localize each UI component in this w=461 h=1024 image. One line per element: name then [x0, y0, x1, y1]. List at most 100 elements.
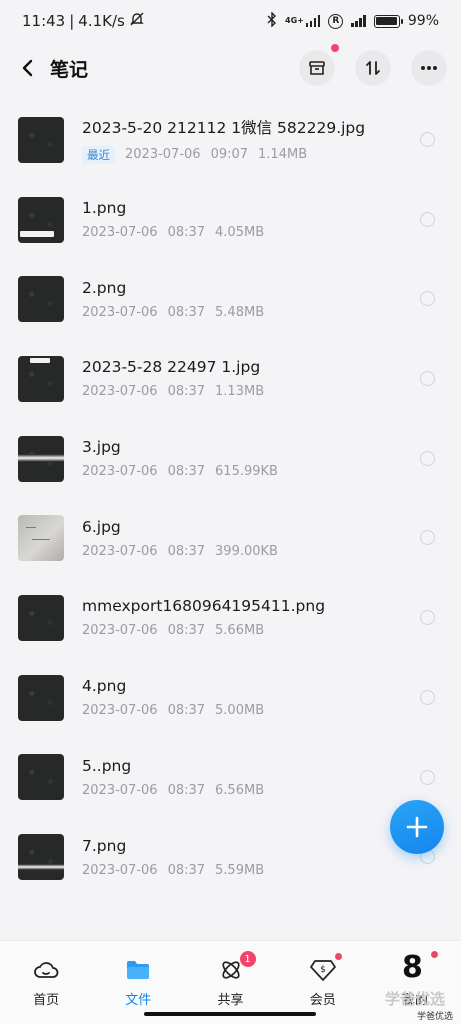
file-row[interactable]: 2023-5-28 22497 1.jpg 2023-07-06 08:37 1… [0, 339, 461, 419]
file-meta: 2023-07-06 08:37 399.00KB [82, 544, 443, 559]
file-row[interactable]: 5..png 2023-07-06 08:37 6.56MB [0, 738, 461, 818]
file-row[interactable]: 4.png 2023-07-06 08:37 5.00MB [0, 658, 461, 738]
select-radio[interactable] [420, 769, 435, 785]
file-meta: 2023-07-06 08:37 615.99KB [82, 464, 443, 479]
file-time: 08:37 [167, 384, 206, 400]
file-name: 4.png [82, 677, 127, 696]
bluetooth-icon [267, 10, 277, 31]
home-indicator[interactable] [144, 1012, 316, 1016]
share-badge: 1 [239, 951, 256, 967]
status-separator: | [69, 12, 75, 30]
profile-notification-dot [430, 951, 438, 958]
file-date: 2023-07-06 [82, 225, 158, 241]
nav-label: 文件 [125, 993, 152, 1008]
file-time: 09:07 [210, 147, 249, 163]
nav-label: 首页 [33, 993, 60, 1008]
svg-text:$: $ [320, 965, 326, 975]
file-thumbnail [18, 196, 64, 243]
plus-icon [406, 816, 428, 838]
file-info: 3.jpg 2023-07-06 08:37 615.99KB [82, 438, 443, 479]
file-row[interactable]: 2023-5-20 212112 1微信 582229.jpg 最近 2023-… [0, 100, 461, 180]
file-meta: 2023-07-06 08:37 6.56MB [82, 783, 443, 798]
file-time: 08:37 [167, 703, 206, 719]
archive-box-icon [309, 61, 325, 75]
notification-dot [331, 44, 339, 52]
file-name: 5..png [82, 756, 132, 775]
network-type-label: 4G+ [285, 16, 304, 25]
select-radio[interactable] [420, 211, 435, 227]
file-name: mmexport1680964195411.png [82, 597, 326, 616]
select-radio[interactable] [420, 450, 435, 466]
status-time: 11:43 [22, 12, 66, 30]
file-size: 5.00MB [215, 703, 265, 719]
file-meta: 2023-07-06 08:37 4.05MB [82, 225, 443, 240]
select-radio[interactable] [420, 132, 435, 147]
more-dots-icon [421, 66, 437, 70]
file-meta: 2023-07-06 08:37 1.13MB [82, 384, 443, 399]
registered-icon: R [328, 13, 344, 29]
battery-icon [373, 14, 403, 28]
file-thumbnail [18, 834, 64, 881]
file-time: 08:37 [167, 304, 206, 320]
file-row[interactable]: 3.jpg 2023-07-06 08:37 615.99KB [0, 419, 461, 499]
select-radio[interactable] [420, 371, 435, 387]
file-row[interactable]: mmexport1680964195411.png 2023-07-06 08:… [0, 578, 461, 658]
file-thumbnail [18, 276, 64, 323]
select-radio[interactable] [420, 689, 435, 705]
file-row[interactable]: 2.png 2023-07-06 08:37 5.48MB [0, 259, 461, 339]
vip-notification-dot [334, 953, 342, 960]
atom-icon: 1 [218, 951, 256, 983]
nav-item-home[interactable]: 首页 [0, 941, 92, 1024]
file-date: 2023-07-06 [82, 782, 158, 798]
signal-bars-icon [305, 15, 321, 27]
file-name: 7.png [82, 836, 127, 855]
chevron-left-icon [22, 59, 33, 77]
file-thumbnail [18, 435, 64, 482]
back-button[interactable] [14, 50, 42, 86]
file-date: 2023-07-06 [82, 623, 158, 639]
file-size: 1.13MB [215, 384, 265, 400]
file-date: 2023-07-06 [82, 543, 158, 559]
file-thumbnail [18, 754, 64, 801]
file-info: 5..png 2023-07-06 08:37 6.56MB [82, 757, 443, 798]
file-thumbnail [18, 674, 64, 721]
file-time: 08:37 [167, 782, 206, 798]
more-button[interactable] [411, 50, 447, 86]
battery-fill [376, 17, 398, 25]
thumbnail-band [18, 453, 64, 462]
file-info: 6.jpg 2023-07-06 08:37 399.00KB [82, 518, 443, 559]
file-time: 08:37 [167, 623, 206, 639]
page-title: 笔记 [50, 58, 89, 81]
file-row[interactable]: 1.png 2023-07-06 08:37 4.05MB [0, 180, 461, 260]
file-size: 4.05MB [215, 225, 265, 241]
file-date: 2023-07-06 [82, 384, 158, 400]
cloud-icon [33, 957, 59, 983]
thumbnail-bar [20, 230, 54, 237]
file-row[interactable]: 6.jpg 2023-07-06 08:37 399.00KB [0, 498, 461, 578]
network-signal: 4G+ [285, 15, 321, 27]
file-date: 2023-07-06 [125, 147, 201, 163]
file-time: 08:37 [167, 862, 206, 878]
file-info: mmexport1680964195411.png 2023-07-06 08:… [82, 597, 443, 638]
battery-value: 99 [407, 13, 426, 29]
archive-button[interactable] [299, 44, 339, 86]
file-meta: 2023-07-06 08:37 5.59MB [82, 863, 443, 878]
file-size: 5.48MB [215, 304, 265, 320]
status-left: 11:43 | 4.1K/s [22, 11, 145, 31]
status-right: 4G+ R 99% [267, 10, 439, 31]
sort-button[interactable] [355, 50, 391, 86]
status-speed: 4.1K/s [78, 12, 125, 30]
file-size: 615.99KB [215, 464, 278, 480]
recent-tag: 最近 [82, 145, 115, 164]
thumbnail-line [26, 527, 36, 529]
add-button[interactable] [390, 800, 444, 854]
file-size: 6.56MB [215, 782, 265, 798]
file-time: 08:37 [167, 543, 206, 559]
file-name: 6.jpg [82, 517, 121, 536]
sort-icon [366, 61, 380, 75]
thumbnail-bar [30, 357, 50, 363]
nav-label: 会员 [309, 993, 336, 1008]
nav-label: 共享 [217, 993, 244, 1008]
file-size: 1.14MB [258, 147, 308, 163]
watermark: 学爸优选 [384, 990, 445, 1008]
